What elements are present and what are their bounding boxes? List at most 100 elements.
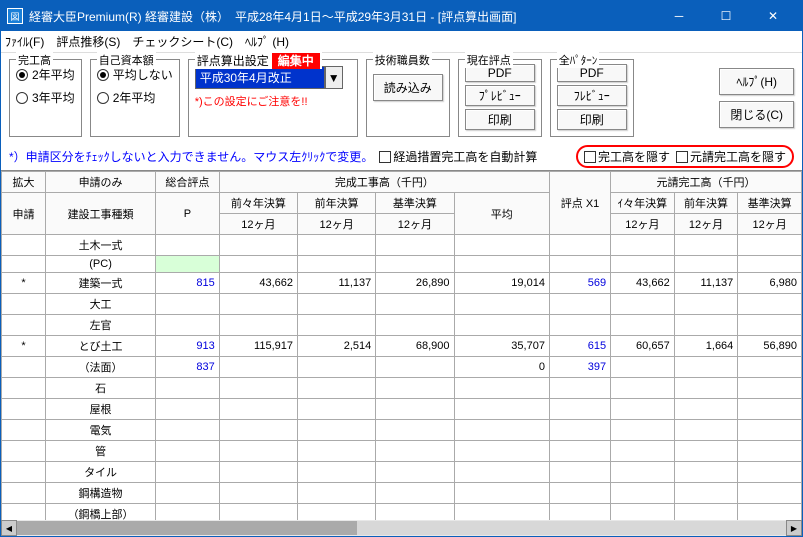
cell[interactable]: 6,980 (738, 273, 802, 294)
cell[interactable] (156, 235, 220, 256)
cell[interactable] (611, 420, 675, 441)
cell[interactable] (219, 235, 297, 256)
cell[interactable] (2, 315, 46, 336)
cell[interactable] (2, 462, 46, 483)
cell[interactable] (297, 357, 375, 378)
cell[interactable] (219, 294, 297, 315)
chk-hide-motouke[interactable]: 元請完工高を隠す (676, 148, 786, 165)
table-row[interactable]: 屋根 (2, 399, 802, 420)
cell[interactable] (674, 399, 738, 420)
hdr-kijun[interactable]: 基準決算 (376, 193, 454, 214)
cell[interactable] (297, 235, 375, 256)
table-row[interactable]: 石 (2, 378, 802, 399)
cell[interactable]: 屋根 (46, 399, 156, 420)
cell[interactable] (454, 256, 549, 273)
hdr-p[interactable]: P (156, 193, 220, 235)
pattern-print-button[interactable]: 印刷 (557, 109, 627, 130)
close-button[interactable]: ✕ (750, 2, 796, 30)
cell[interactable]: 569 (549, 273, 610, 294)
cell[interactable] (156, 315, 220, 336)
chk-hide-kanko[interactable]: 完工高を隠す (584, 148, 670, 165)
cell[interactable] (376, 483, 454, 504)
pattern-preview-button[interactable]: ﾌﾚﾋﾞｭｰ (557, 85, 627, 106)
cell[interactable] (454, 378, 549, 399)
cell[interactable] (611, 256, 675, 273)
cell[interactable] (219, 378, 297, 399)
cell[interactable] (2, 294, 46, 315)
cell[interactable] (297, 256, 375, 273)
cell[interactable] (611, 483, 675, 504)
cell[interactable]: 35,707 (454, 336, 549, 357)
cell[interactable] (2, 420, 46, 441)
cell[interactable] (674, 294, 738, 315)
cell[interactable]: 815 (156, 273, 220, 294)
table-row[interactable]: 左官 (2, 315, 802, 336)
cell[interactable]: 397 (549, 357, 610, 378)
cell[interactable]: * (2, 336, 46, 357)
cell[interactable] (376, 420, 454, 441)
cell[interactable]: 68,900 (376, 336, 454, 357)
hdr-zennen[interactable]: 前年決算 (297, 193, 375, 214)
cell[interactable]: タイル (46, 462, 156, 483)
cell[interactable] (156, 256, 220, 273)
cell[interactable] (376, 294, 454, 315)
cell[interactable] (156, 378, 220, 399)
menu-help[interactable]: ﾍﾙﾌﾟ (H) (245, 33, 289, 50)
cell[interactable]: 43,662 (611, 273, 675, 294)
cell[interactable] (738, 483, 802, 504)
cell[interactable] (738, 235, 802, 256)
cell[interactable] (219, 399, 297, 420)
hdr-m-zen[interactable]: 前年決算 (674, 193, 738, 214)
cell[interactable] (738, 294, 802, 315)
cell[interactable]: 鋼構造物 (46, 483, 156, 504)
cell[interactable] (156, 504, 220, 521)
cell[interactable] (219, 483, 297, 504)
cell[interactable] (297, 315, 375, 336)
cell[interactable] (454, 399, 549, 420)
cell[interactable] (738, 441, 802, 462)
cell[interactable]: 2,514 (297, 336, 375, 357)
cell[interactable] (219, 420, 297, 441)
cell[interactable] (297, 399, 375, 420)
cell[interactable] (738, 504, 802, 521)
cell[interactable] (297, 294, 375, 315)
hdr-sogo[interactable]: 総合評点 (156, 172, 220, 193)
hdr-shinsei[interactable]: 申請 (2, 193, 46, 235)
cell[interactable] (2, 235, 46, 256)
cell[interactable]: 26,890 (376, 273, 454, 294)
hdr-kakudai[interactable]: 拡大 (2, 172, 46, 193)
cell[interactable] (454, 294, 549, 315)
table-row[interactable]: 土木一式 (2, 235, 802, 256)
table-row[interactable]: 大工 (2, 294, 802, 315)
cell[interactable]: 石 (46, 378, 156, 399)
data-grid[interactable]: 拡大 申請のみ 総合評点 完成工事高（千円） 評点 X1 元請完工高（千円） 申… (1, 171, 802, 520)
cell[interactable] (674, 315, 738, 336)
cell[interactable] (2, 378, 46, 399)
combo-dropdown-button[interactable]: ▼ (325, 66, 343, 89)
close-dialog-button[interactable]: 閉じる(C) (719, 101, 794, 128)
scroll-thumb[interactable] (17, 521, 357, 535)
cell[interactable] (738, 378, 802, 399)
cell[interactable]: * (2, 273, 46, 294)
table-row[interactable]: 鋼構造物 (2, 483, 802, 504)
cell[interactable] (297, 504, 375, 521)
cell[interactable]: 電気 (46, 420, 156, 441)
cell[interactable] (219, 441, 297, 462)
cell[interactable] (297, 441, 375, 462)
cell[interactable] (156, 294, 220, 315)
load-button[interactable]: 読み込み (373, 74, 443, 101)
cell[interactable] (376, 399, 454, 420)
cell[interactable] (454, 483, 549, 504)
cell[interactable]: （法面） (46, 357, 156, 378)
table-row[interactable]: 管 (2, 441, 802, 462)
hdr-m-kij[interactable]: 基準決算 (738, 193, 802, 214)
cell[interactable] (219, 504, 297, 521)
hdr-heikin[interactable]: 平均 (454, 193, 549, 235)
cell[interactable] (611, 235, 675, 256)
cell[interactable]: 大工 (46, 294, 156, 315)
cell[interactable]: 11,137 (297, 273, 375, 294)
cell[interactable] (376, 504, 454, 521)
cell[interactable]: 43,662 (219, 273, 297, 294)
radio-2year[interactable]: 2年平均 (97, 87, 173, 108)
cell[interactable] (611, 504, 675, 521)
